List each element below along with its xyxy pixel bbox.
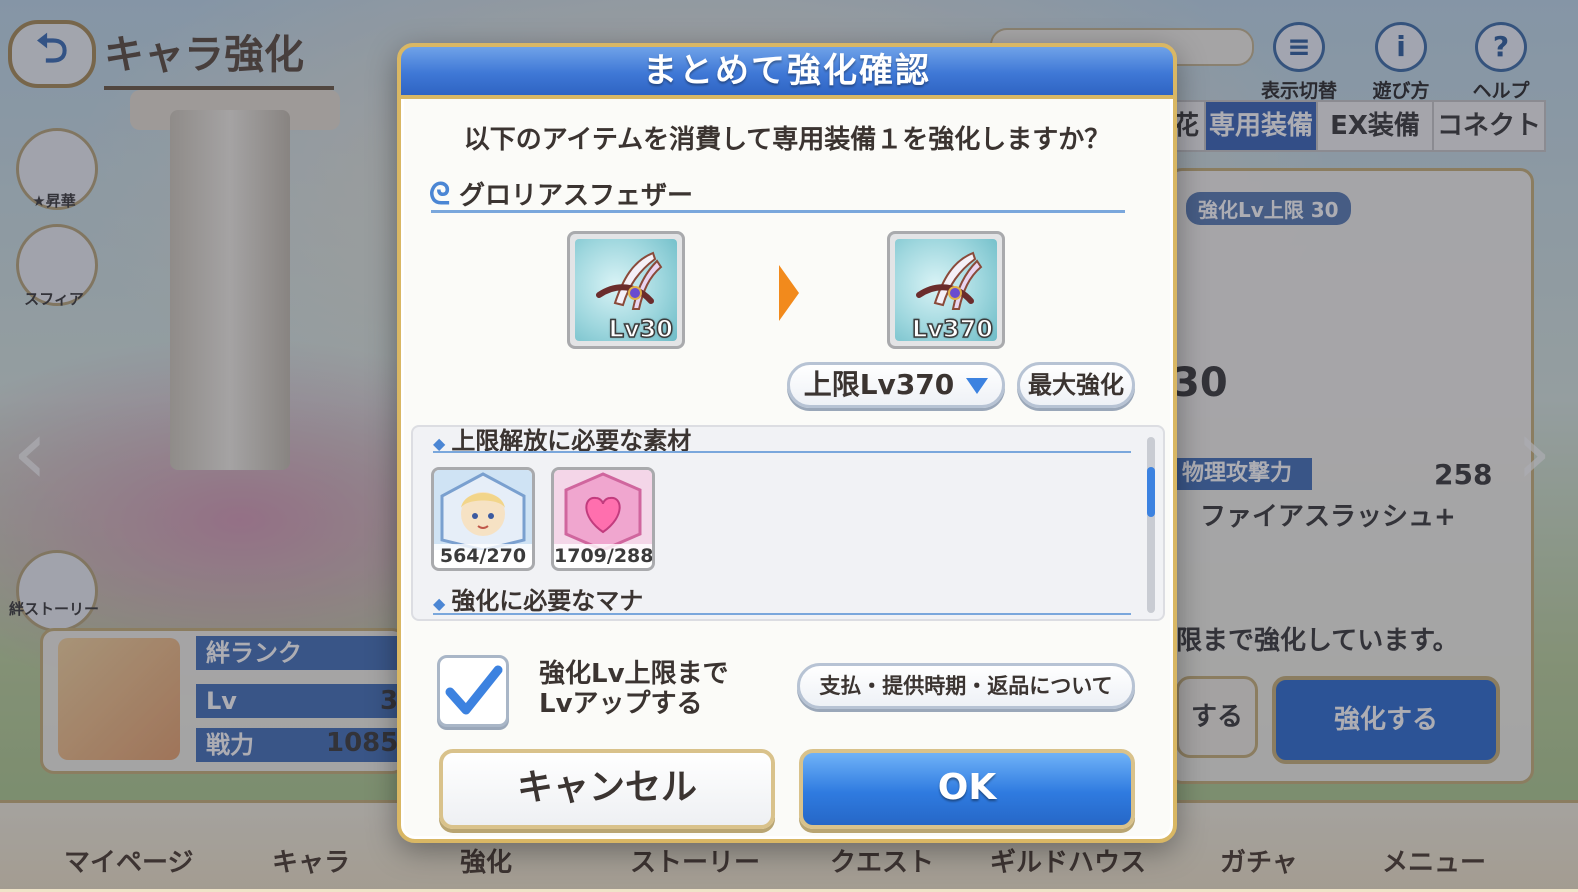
equipment-before-level: Lv30 (608, 314, 674, 341)
diamond-bullet-icon: ◆ (433, 594, 446, 613)
checkbox-label-line2: Lvアップする (539, 689, 703, 719)
equipment-after: Lv370 (887, 231, 1005, 349)
material-count: 564/270 (434, 544, 532, 568)
equipment-name: グロリアスフェザー (459, 181, 694, 211)
level-cap-dropdown[interactable]: 上限Lv370 (787, 362, 1005, 408)
divider (433, 451, 1131, 453)
swirl-icon: ᘓ (429, 177, 451, 212)
scrollbar-thumb[interactable] (1147, 467, 1155, 517)
payment-info-button[interactable]: 支払・提供時期・返品について (797, 663, 1135, 709)
checkbox-label-line1: 強化Lv上限まで (539, 659, 729, 689)
material-count: 1709/288 (554, 544, 654, 568)
mana-heading: ◆ 強化に必要なマナ (433, 587, 644, 615)
bulk-enhance-confirm-dialog: まとめて強化確認 以下のアイテムを消費して専用装備１を強化しますか？ ᘓ グロリ… (397, 43, 1177, 843)
confirm-message: 以下のアイテムを消費して専用装備１を強化しますか？ (463, 125, 1111, 155)
level-cap-value: 上限Lv370 (803, 368, 955, 401)
heart-crystal-icon (554, 470, 652, 552)
character-memory-piece-icon (434, 470, 532, 552)
divider (433, 613, 1131, 615)
material-item[interactable]: 1709/288 (551, 467, 655, 571)
dialog-title: まとめて強化確認 (397, 43, 1177, 99)
materials-scrollbar[interactable] (1147, 437, 1155, 613)
materials-list[interactable]: ◆ 上限解放に必要な素材 564/270 1709/288 ◆ 強化に必要なマナ (411, 425, 1165, 621)
divider (431, 210, 1125, 213)
cancel-button[interactable]: キャンセル (439, 749, 775, 829)
feather-equipment-icon (916, 251, 983, 310)
level-up-to-cap-checkbox[interactable] (437, 655, 509, 727)
arrow-right-icon (779, 265, 799, 321)
checkmark-icon (445, 665, 503, 715)
feather-equipment-icon (596, 251, 663, 310)
equipment-after-level: Lv370 (911, 314, 994, 341)
equipment-before: Lv30 (567, 231, 685, 349)
chevron-down-icon (966, 378, 989, 394)
material-item[interactable]: 564/270 (431, 467, 535, 571)
ok-button[interactable]: OK (799, 749, 1135, 829)
max-enhance-button[interactable]: 最大強化 (1017, 362, 1135, 408)
checkbox-label: 強化Lv上限まで Lvアップする (539, 659, 729, 719)
